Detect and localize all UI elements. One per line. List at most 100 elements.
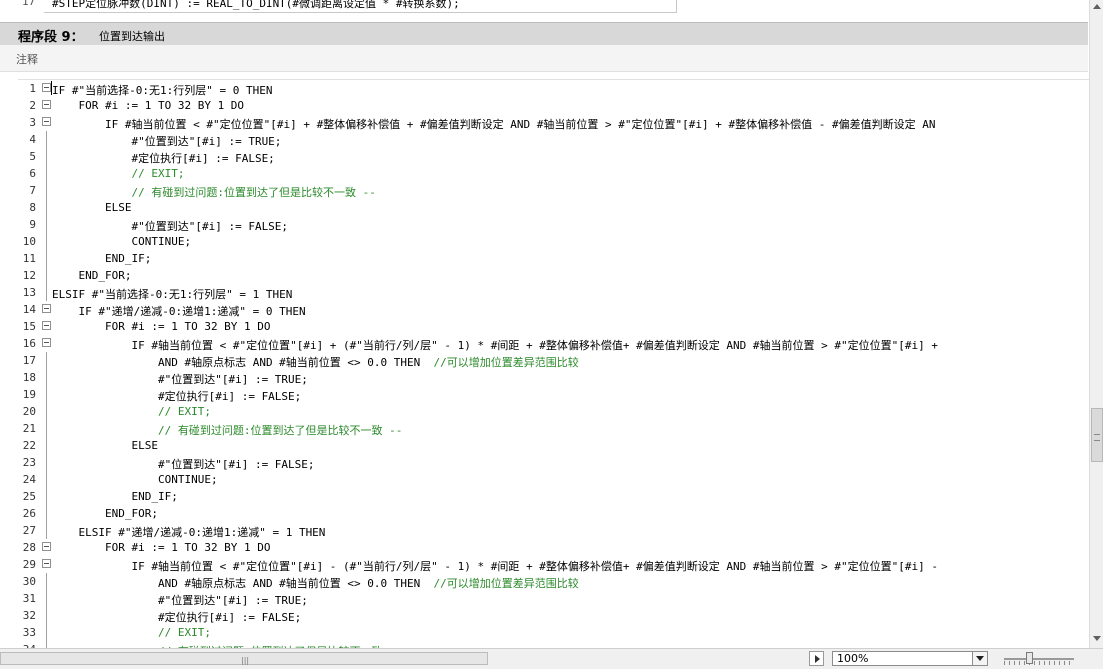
code-row[interactable]: 5 #定位执行[#i] := FALSE;: [18, 148, 1090, 165]
segment-name[interactable]: 位置到达输出: [99, 28, 165, 44]
code-text[interactable]: FOR #i := 1 TO 32 BY 1 DO: [52, 320, 271, 333]
fold-collapse-icon[interactable]: [42, 338, 51, 347]
segment-header[interactable]: 程序段 9： 位置到达输出: [0, 22, 1088, 45]
fold-collapse-icon[interactable]: [42, 559, 51, 568]
fold-guide-line: [46, 488, 47, 505]
code-text[interactable]: IF #轴当前位置 < #"定位位置"[#i] + (#"当前行/列/层" - …: [52, 337, 938, 353]
code-text[interactable]: // 有碰到过问题:位置到达了但是比较不一致 --: [52, 422, 402, 438]
scroll-up-icon[interactable]: [1093, 4, 1101, 9]
code-statement: FOR #i := 1 TO 32 BY 1 DO: [52, 541, 271, 554]
fold-collapse-icon[interactable]: [42, 117, 51, 126]
code-row[interactable]: 28 FOR #i := 1 TO 32 BY 1 DO: [18, 539, 1090, 556]
code-text[interactable]: IF #"当前选择-0:无1:行列层" = 0 THEN: [52, 82, 272, 98]
fold-collapse-icon[interactable]: [42, 100, 51, 109]
code-text[interactable]: IF #"递增/递减-0:递增1:递减" = 0 THEN: [52, 303, 305, 319]
code-text[interactable]: #"位置到达"[#i] := FALSE;: [52, 218, 288, 234]
fold-guide-line: [46, 590, 47, 607]
code-statement: CONTINUE;: [52, 235, 192, 248]
chevron-down-icon[interactable]: [972, 652, 987, 665]
code-row[interactable]: 11 END_IF;: [18, 250, 1090, 267]
fold-collapse-icon[interactable]: [42, 542, 51, 551]
code-row[interactable]: 23 #"位置到达"[#i] := FALSE;: [18, 454, 1090, 471]
code-row[interactable]: 3 IF #轴当前位置 < #"定位位置"[#i] + #整体偏移补偿值 + #…: [18, 114, 1090, 131]
zoom-slider-ticks: [1004, 661, 1074, 665]
code-row[interactable]: 31 #"位置到达"[#i] := TRUE;: [18, 590, 1090, 607]
fold-collapse-icon[interactable]: [42, 304, 51, 313]
code-row[interactable]: 21 // 有碰到过问题:位置到达了但是比较不一致 --: [18, 420, 1090, 437]
code-row[interactable]: 17 AND #轴原点标志 AND #轴当前位置 <> 0.0 THEN //可…: [18, 352, 1090, 369]
horizontal-scroll-thumb[interactable]: |||: [0, 652, 488, 665]
code-text[interactable]: ELSE: [52, 439, 158, 452]
code-text[interactable]: // 有碰到过问题:位置到达了但是比较不一致 --: [52, 184, 375, 200]
code-text[interactable]: IF #轴当前位置 < #"定位位置"[#i] + #整体偏移补偿值 + #偏差…: [52, 116, 936, 132]
code-text[interactable]: // EXIT;: [52, 626, 211, 639]
code-text[interactable]: AND #轴原点标志 AND #轴当前位置 <> 0.0 THEN //可以增加…: [52, 354, 579, 370]
vertical-scroll-thumb[interactable]: [1091, 408, 1103, 462]
code-row[interactable]: 33 // EXIT;: [18, 624, 1090, 641]
code-row[interactable]: 22 ELSE: [18, 437, 1090, 454]
vertical-scrollbar[interactable]: [1089, 0, 1103, 648]
code-row[interactable]: 27 ELSIF #"递增/递减-0:递增1:递减" = 1 THEN: [18, 522, 1090, 539]
code-text[interactable]: ELSE: [52, 201, 132, 214]
code-text[interactable]: FOR #i := 1 TO 32 BY 1 DO: [52, 541, 271, 554]
code-text[interactable]: #"位置到达"[#i] := TRUE;: [52, 592, 308, 608]
code-text[interactable]: ELSIF #"递增/递减-0:递增1:递减" = 1 THEN: [52, 524, 325, 540]
code-text[interactable]: END_FOR;: [52, 269, 131, 282]
code-row[interactable]: 29 IF #轴当前位置 < #"定位位置"[#i] - (#"当前行/列/层"…: [18, 556, 1090, 573]
code-text[interactable]: #定位执行[#i] := FALSE;: [52, 388, 301, 404]
code-text[interactable]: #"位置到达"[#i] := TRUE;: [52, 133, 281, 149]
code-row[interactable]: 20 // EXIT;: [18, 403, 1090, 420]
code-text[interactable]: // EXIT;: [52, 405, 211, 418]
code-text[interactable]: #定位执行[#i] := FALSE;: [52, 609, 301, 625]
code-row[interactable]: 12 END_FOR;: [18, 267, 1090, 284]
segment-comment[interactable]: 注释: [0, 45, 1088, 72]
line-number: 24: [22, 473, 36, 486]
code-text[interactable]: #"位置到达"[#i] := FALSE;: [52, 456, 315, 472]
code-text[interactable]: CONTINUE;: [52, 473, 218, 486]
code-row[interactable]: 9 #"位置到达"[#i] := FALSE;: [18, 216, 1090, 233]
code-row[interactable]: 1 IF #"当前选择-0:无1:行列层" = 0 THEN: [18, 80, 1090, 97]
code-row[interactable]: 16 IF #轴当前位置 < #"定位位置"[#i] + (#"当前行/列/层"…: [18, 335, 1090, 352]
fold-collapse-icon[interactable]: [42, 83, 51, 92]
line-number: 29: [22, 558, 36, 571]
scroll-right-icon[interactable]: [809, 651, 824, 666]
code-text[interactable]: CONTINUE;: [52, 235, 191, 248]
inline-comment: //可以增加位置差异范围比较: [433, 577, 579, 590]
code-text[interactable]: #"位置到达"[#i] := TRUE;: [52, 371, 308, 387]
code-row[interactable]: 18 #"位置到达"[#i] := TRUE;: [18, 369, 1090, 386]
code-text[interactable]: IF #轴当前位置 < #"定位位置"[#i] - (#"当前行/列/层" - …: [52, 558, 938, 574]
zoom-slider-handle[interactable]: [1026, 652, 1033, 664]
code-row[interactable]: 15 FOR #i := 1 TO 32 BY 1 DO: [18, 318, 1090, 335]
code-text[interactable]: AND #轴原点标志 AND #轴当前位置 <> 0.0 THEN //可以增加…: [52, 575, 579, 591]
code-text[interactable]: END_FOR;: [52, 507, 158, 520]
code-row[interactable]: 4 #"位置到达"[#i] := TRUE;: [18, 131, 1090, 148]
horizontal-scrollbar[interactable]: |||: [0, 651, 826, 666]
code-row[interactable]: 32 #定位执行[#i] := FALSE;: [18, 607, 1090, 624]
code-row[interactable]: 10 CONTINUE;: [18, 233, 1090, 250]
zoom-slider[interactable]: [1004, 651, 1076, 666]
scl-code-editor[interactable]: 1 IF #"当前选择-0:无1:行列层" = 0 THEN 2 FOR #i :=…: [18, 79, 1090, 650]
code-row[interactable]: 7 // 有碰到过问题:位置到达了但是比较不一致 --: [18, 182, 1090, 199]
code-text[interactable]: #定位执行[#i] := FALSE;: [52, 150, 274, 166]
line-number: 1: [29, 82, 36, 95]
code-row[interactable]: 13 ELSIF #"当前选择-0:无1:行列层" = 1 THEN: [18, 284, 1090, 301]
code-row[interactable]: 30 AND #轴原点标志 AND #轴当前位置 <> 0.0 THEN //可…: [18, 573, 1090, 590]
zoom-dropdown[interactable]: 100%: [832, 651, 988, 666]
code-row[interactable]: 25 END_IF;: [18, 488, 1090, 505]
fold-guide-line: [46, 505, 47, 522]
code-row[interactable]: 2 FOR #i := 1 TO 32 BY 1 DO: [18, 97, 1090, 114]
code-row[interactable]: 8 ELSE: [18, 199, 1090, 216]
code-row[interactable]: 26 END_FOR;: [18, 505, 1090, 522]
code-text[interactable]: FOR #i := 1 TO 32 BY 1 DO: [52, 99, 244, 112]
code-text[interactable]: END_IF;: [52, 490, 177, 503]
code-row[interactable]: 14 IF #"递增/递减-0:递增1:递减" = 0 THEN: [18, 301, 1090, 318]
scroll-down-icon[interactable]: [1093, 636, 1101, 641]
code-text[interactable]: // EXIT;: [52, 167, 184, 180]
code-line[interactable]: #STEP定位脉冲数(DINT) := REAL_TO_DINT(#微调距离设定…: [52, 0, 460, 11]
code-row[interactable]: 19 #定位执行[#i] := FALSE;: [18, 386, 1090, 403]
code-row[interactable]: 6 // EXIT;: [18, 165, 1090, 182]
fold-collapse-icon[interactable]: [42, 321, 51, 330]
code-text[interactable]: END_IF;: [52, 252, 151, 265]
code-text[interactable]: ELSIF #"当前选择-0:无1:行列层" = 1 THEN: [52, 286, 292, 302]
code-row[interactable]: 24 CONTINUE;: [18, 471, 1090, 488]
